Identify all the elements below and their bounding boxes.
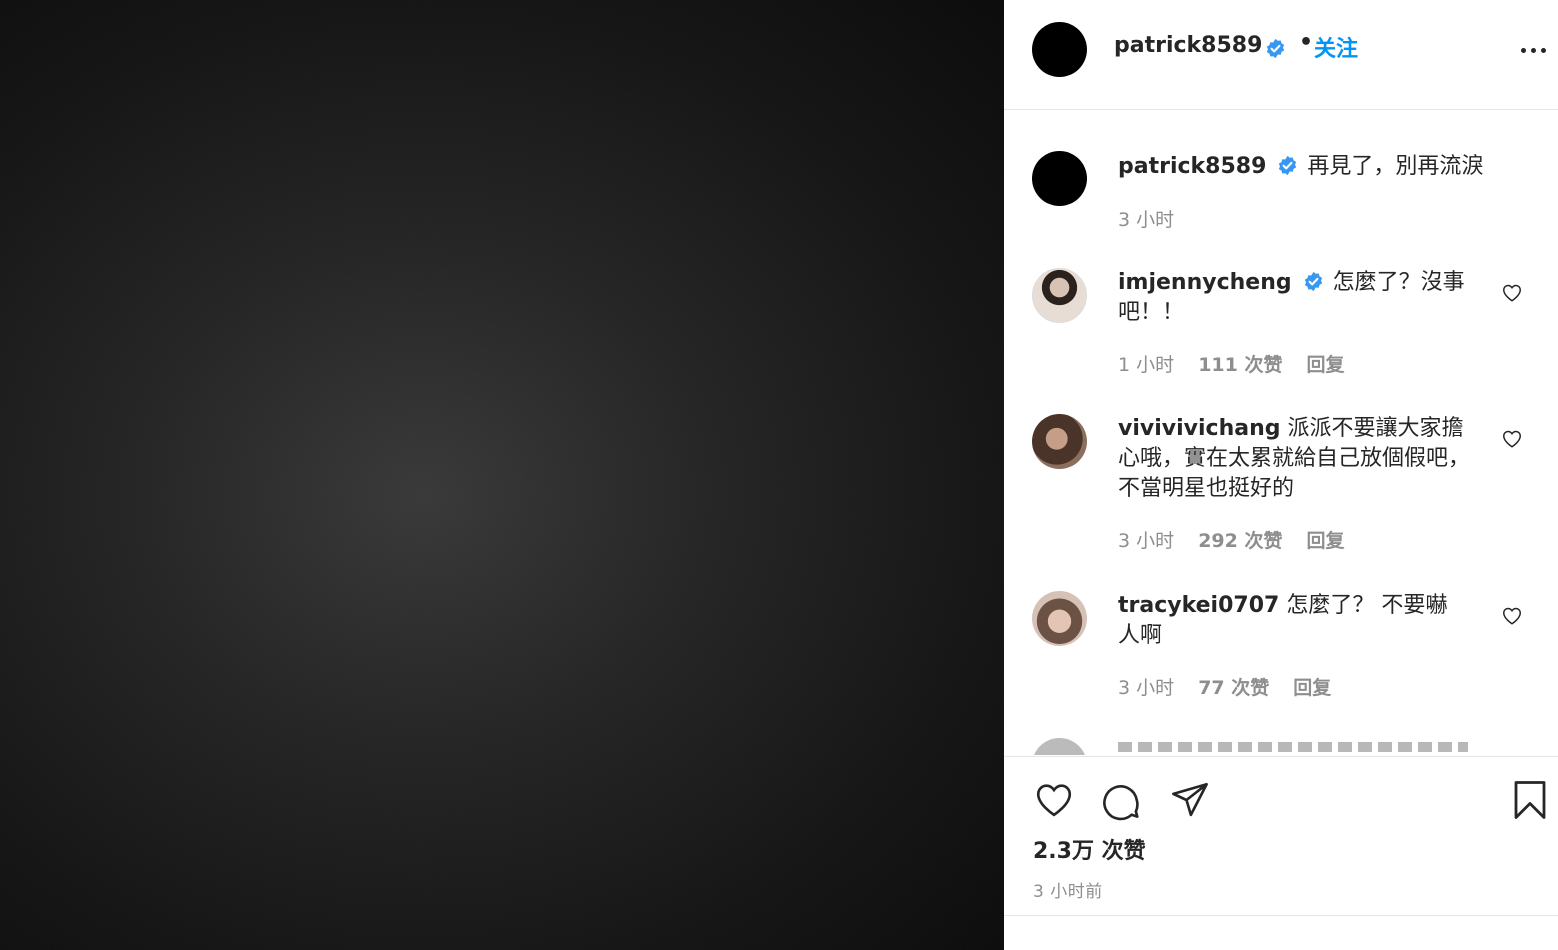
commenter-avatar[interactable] <box>1032 591 1087 646</box>
comment-meta: 1 小时 111 次赞 回复 <box>1118 350 1363 377</box>
author-username[interactable]: patrick8589 <box>1114 33 1262 58</box>
heart-icon[interactable] <box>1501 282 1523 304</box>
post-image[interactable] <box>0 0 1004 950</box>
caption-avatar[interactable] <box>1032 151 1087 206</box>
comment-meta: 3 小时 292 次赞 回复 <box>1118 526 1363 553</box>
comment-likes[interactable]: 111 次赞 <box>1198 354 1282 376</box>
image-texture <box>0 0 1004 950</box>
commenter-avatar[interactable] <box>1032 268 1087 323</box>
caption-time[interactable]: 3 小时 <box>1118 209 1174 231</box>
comment-body: imjennycheng 怎麼了？沒事吧！！ <box>1118 268 1478 328</box>
reply-button[interactable]: 回复 <box>1307 354 1345 376</box>
comment-username[interactable]: vivivivichang <box>1118 416 1281 441</box>
post-sidebar: patrick8589 • 关注 patrick8589 再見了，別再流淚 3 … <box>1004 0 1558 950</box>
post-view: patrick8589 • 关注 patrick8589 再見了，別再流淚 3 … <box>0 0 1558 950</box>
more-icon[interactable] <box>1519 40 1549 60</box>
caption-username[interactable]: patrick8589 <box>1118 154 1266 179</box>
verified-icon <box>1304 271 1322 292</box>
comments-list[interactable]: patrick8589 再見了，別再流淚 3 小时 imjennycheng 怎… <box>1004 111 1558 755</box>
author-avatar[interactable] <box>1032 22 1087 77</box>
comment-meta: 3 小时 77 次赞 回复 <box>1118 673 1349 700</box>
comment-time[interactable]: 3 小时 <box>1118 530 1174 552</box>
comment-time[interactable]: 1 小时 <box>1118 354 1174 376</box>
separator-dot: • <box>1299 30 1314 55</box>
share-icon[interactable] <box>1169 779 1211 821</box>
heart-icon[interactable] <box>1501 605 1523 627</box>
heart-icon[interactable] <box>1501 428 1523 450</box>
comment-likes[interactable]: 292 次赞 <box>1198 530 1282 552</box>
comment-username[interactable]: imjennycheng <box>1118 270 1292 295</box>
commenter-avatar[interactable] <box>1032 738 1087 755</box>
comment-icon[interactable] <box>1100 779 1142 821</box>
verified-icon <box>1279 155 1297 176</box>
comment-body: vivivivichang 派派不要讓大家擔心哦，實在太累就給自己放個假吧，不當… <box>1118 414 1478 504</box>
caption-body: patrick8589 再見了，別再流淚 <box>1118 151 1528 183</box>
verified-icon <box>1266 38 1285 59</box>
caption-text: 再見了，別再流淚 <box>1307 154 1484 179</box>
commenter-avatar[interactable] <box>1032 414 1087 469</box>
post-timestamp[interactable]: 3 小时前 <box>1033 877 1103 902</box>
reply-button[interactable]: 回复 <box>1293 677 1331 699</box>
follow-button[interactable]: 关注 <box>1314 31 1358 63</box>
comment-likes[interactable]: 77 次赞 <box>1198 677 1269 699</box>
post-header: patrick8589 • 关注 <box>1004 0 1558 110</box>
post-actions: 2.3万 次赞 3 小时前 <box>1004 756 1558 916</box>
like-count[interactable]: 2.3万 次赞 <box>1033 833 1146 865</box>
comment-body-clipped <box>1118 742 1468 752</box>
comment-username[interactable]: tracykei0707 <box>1118 593 1279 618</box>
caption-meta: 3 小时 <box>1118 205 1192 232</box>
comment-time[interactable]: 3 小时 <box>1118 677 1174 699</box>
comment-body: tracykei0707 怎麼了？ 不要嚇人啊 <box>1118 591 1468 651</box>
bookmark-icon[interactable] <box>1509 778 1551 822</box>
reply-button[interactable]: 回复 <box>1307 530 1345 552</box>
heart-icon[interactable] <box>1033 779 1075 821</box>
